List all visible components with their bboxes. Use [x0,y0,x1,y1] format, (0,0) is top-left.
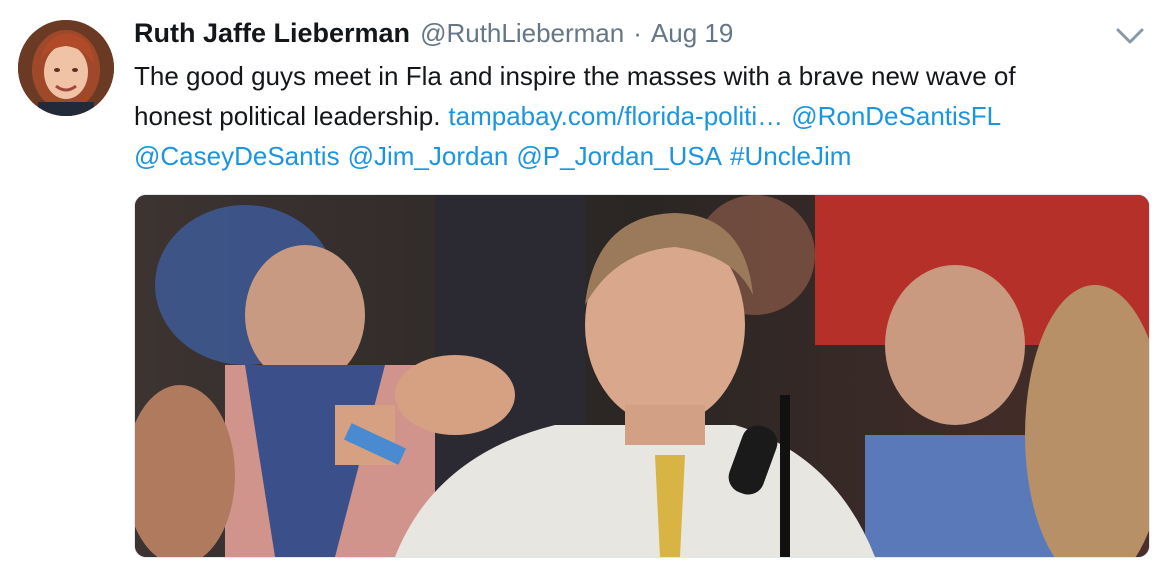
avatar-photo [18,20,114,116]
mention-link[interactable]: @P_Jordan_USA [516,141,722,171]
tweet-text: The good guys meet in Fla and inspire th… [134,56,1144,176]
tweet-photo[interactable] [134,194,1150,558]
tweet-text-line: honest political leadership. tampabay.com… [134,96,1144,136]
tweet-date[interactable]: Aug 19 [651,18,733,49]
mention-link[interactable]: @RonDeSantisFL [791,101,1001,131]
chevron-down-icon[interactable] [1114,24,1146,48]
mention-link[interactable]: @Jim_Jordan [348,141,509,171]
tweet-text-plain: honest political leadership. [134,101,441,131]
mention-link[interactable]: @CaseyDeSantis [134,141,340,171]
tweet-card: Ruth Jaffe Lieberman @RuthLieberman · Au… [0,0,1166,572]
tweet-text-line: @CaseyDeSantis @Jim_Jordan @P_Jordan_USA #U… [134,136,1144,176]
tweet-text-line: The good guys meet in Fla and inspire th… [134,61,1016,91]
avatar[interactable] [18,20,114,116]
tweet-header: Ruth Jaffe Lieberman @RuthLieberman · Au… [134,18,733,54]
author-handle[interactable]: @RuthLieberman [420,18,624,49]
article-link[interactable]: tampabay.com/florida-politi… [448,101,783,131]
photo-image [135,195,1149,557]
hashtag-link[interactable]: #UncleJim [730,141,851,171]
separator-dot: · [633,18,642,48]
author-name[interactable]: Ruth Jaffe Lieberman [134,18,410,49]
